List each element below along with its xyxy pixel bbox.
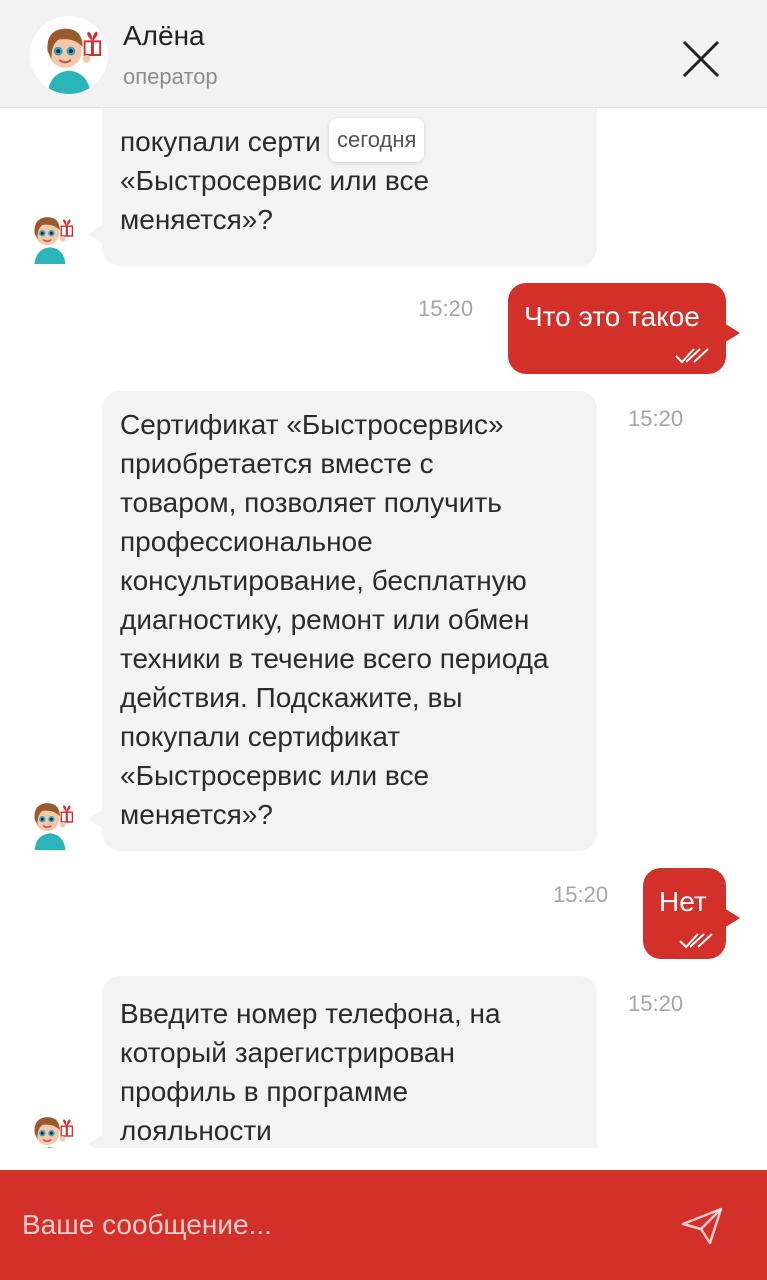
message-line: товаром, позволяет получить bbox=[120, 487, 502, 518]
message-time: 15:20 bbox=[628, 406, 684, 431]
operator-name: Алёна bbox=[123, 20, 205, 51]
read-ticks-icon bbox=[675, 348, 709, 364]
message-text: Что это такое bbox=[524, 301, 700, 332]
message-line: Введите номер телефона, на bbox=[120, 998, 501, 1029]
message-line: лояльности bbox=[120, 1115, 272, 1146]
message-list[interactable]: покупали серти «Быстросервис или все мен… bbox=[0, 108, 767, 1148]
message-line: действия. Подскажите, вы bbox=[120, 682, 463, 713]
outgoing-message: Что это такое bbox=[508, 283, 740, 374]
message-input[interactable] bbox=[22, 1200, 642, 1250]
message-line: меняется»? bbox=[120, 799, 273, 830]
message-time: 15:20 bbox=[628, 991, 684, 1016]
close-icon[interactable] bbox=[680, 38, 722, 80]
message-line: покупали сертификат bbox=[120, 721, 401, 752]
message-line: меняется»? bbox=[120, 204, 273, 235]
operator-avatar-small bbox=[22, 208, 78, 264]
message-text: Нет bbox=[659, 886, 707, 917]
message-line: который зарегистрирован bbox=[120, 1037, 455, 1068]
operator-avatar-small bbox=[22, 1108, 78, 1148]
read-ticks-icon bbox=[679, 933, 713, 949]
message-line: «Быстросервис или все bbox=[120, 760, 430, 791]
date-separator: сегодня bbox=[329, 118, 425, 162]
operator-role: оператор bbox=[123, 64, 218, 89]
send-icon[interactable] bbox=[680, 1206, 724, 1246]
message-composer bbox=[0, 1170, 767, 1280]
message-line: профиль в программе bbox=[120, 1076, 409, 1107]
chat-header: Алёна оператор bbox=[0, 0, 767, 108]
message-line: диагностику, ремонт или обмен bbox=[120, 604, 530, 635]
message-line: техники в течение всего периода bbox=[120, 643, 549, 674]
message-line: приобретается вместе с bbox=[120, 448, 434, 479]
incoming-message: Введите номер телефона, на который зарег… bbox=[88, 976, 597, 1148]
message-time: 15:20 bbox=[418, 296, 474, 321]
message-line: профессиональное bbox=[120, 526, 373, 557]
avatar-image bbox=[30, 16, 108, 94]
incoming-message: Сертификат «Быстросервис» приобретается … bbox=[88, 391, 597, 851]
message-line: «Быстросервис или все bbox=[120, 165, 430, 196]
message-time: 15:20 bbox=[553, 882, 609, 907]
message-line: Сертификат «Быстросервис» bbox=[120, 409, 504, 440]
operator-avatar bbox=[30, 16, 108, 94]
operator-avatar-small bbox=[22, 794, 78, 850]
outgoing-message: Нет bbox=[643, 868, 740, 959]
message-line: консультирование, бесплатную bbox=[120, 565, 527, 596]
